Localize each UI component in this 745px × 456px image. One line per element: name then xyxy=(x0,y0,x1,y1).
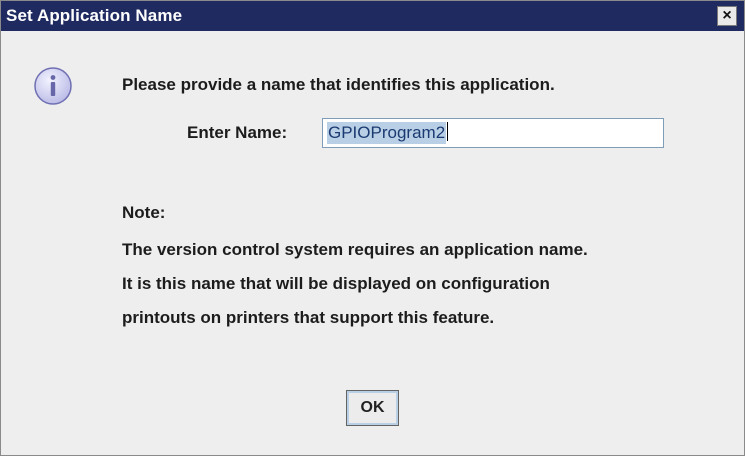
text-caret xyxy=(447,122,449,141)
info-icon xyxy=(34,67,72,105)
dialog-title: Set Application Name xyxy=(6,6,183,25)
title-bar[interactable]: Set Application Name × xyxy=(1,1,744,31)
name-input[interactable]: GPIOProgram2 xyxy=(322,118,664,148)
note-heading: Note: xyxy=(122,203,166,222)
close-button[interactable]: × xyxy=(717,6,737,26)
close-icon: × xyxy=(722,7,732,24)
note-line-1: The version control system requires an a… xyxy=(122,240,588,259)
name-label: Enter Name: xyxy=(187,123,288,142)
set-application-name-dialog: Set Application Name × Please provide a … xyxy=(0,0,745,456)
name-input-value: GPIOProgram2 xyxy=(327,122,447,144)
ok-button[interactable]: OK xyxy=(346,390,399,426)
prompt-text: Please provide a name that identifies th… xyxy=(122,75,555,94)
note-line-2: It is this name that will be displayed o… xyxy=(122,274,550,293)
note-line-3: printouts on printers that support this … xyxy=(122,308,495,327)
